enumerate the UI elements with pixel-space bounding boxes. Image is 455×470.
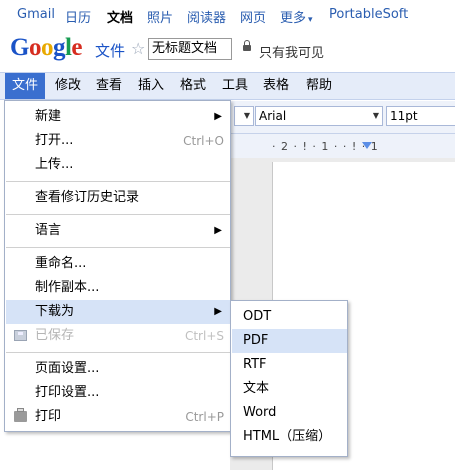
file-menu-rename[interactable]: 重命名...	[6, 252, 230, 276]
menu-item-label: 打印设置...	[35, 385, 100, 400]
toolbar: ▼ Arial ▼ 11pt	[230, 101, 455, 134]
menu-tools[interactable]: 工具	[215, 73, 255, 99]
lock-icon	[243, 40, 251, 51]
menu-format[interactable]: 格式	[173, 73, 213, 99]
menu-separator	[6, 214, 230, 215]
menu-item-label: 文本	[243, 381, 270, 396]
file-menu: 新建 ▶ 打开... Ctrl+O 上传... 查看修订历史记录 语言 ▶ 重命名..…	[4, 100, 231, 432]
download-word[interactable]: Word	[232, 401, 347, 425]
font-size-value: 11pt	[390, 109, 418, 123]
gbar-photos-link[interactable]: 照片	[147, 7, 173, 26]
shortcut-label: Ctrl+S	[184, 329, 224, 343]
download-pdf[interactable]: PDF	[232, 329, 347, 353]
printer-icon	[14, 408, 27, 422]
submenu-arrow-icon: ▶	[214, 225, 222, 236]
file-menu-download-as[interactable]: 下载为 ▶	[6, 300, 230, 324]
menu-help[interactable]: 帮助	[299, 73, 339, 99]
menu-bar: 文件 修改 查看 插入 格式 工具 表格 帮助	[0, 72, 455, 100]
gbar-account-link[interactable]: PortableSoft	[329, 7, 408, 22]
menu-file[interactable]: 文件	[5, 73, 46, 99]
menu-item-label: ODT	[243, 309, 272, 324]
indent-marker[interactable]	[362, 142, 372, 149]
logo-letter: g	[52, 34, 66, 61]
menu-item-label: 页面设置...	[35, 361, 100, 376]
file-menu-language[interactable]: 语言 ▶	[6, 219, 230, 243]
file-menu-print[interactable]: 打印 Ctrl+P	[6, 405, 230, 429]
menu-item-label: 查看修订历史记录	[35, 190, 140, 205]
menu-item-label: 制作副本...	[35, 280, 100, 295]
download-submenu: ODT PDF RTF 文本 Word HTML（压缩）	[230, 300, 348, 457]
download-text[interactable]: 文本	[232, 377, 347, 401]
menu-item-label: 已保存	[35, 328, 75, 343]
file-menu-saved: 已保存 Ctrl+S	[6, 324, 230, 348]
font-size-dropdown[interactable]: 11pt	[386, 106, 455, 126]
gbar-gmail-link[interactable]: Gmail	[17, 7, 55, 22]
menu-item-label: 打印	[35, 409, 62, 424]
shortcut-label: Ctrl+P	[185, 410, 224, 424]
sharing-status[interactable]: 只有我可见	[259, 42, 324, 61]
logo-letter: e	[71, 34, 83, 61]
star-icon[interactable]: ☆	[131, 39, 145, 58]
logo-letter: o	[28, 34, 42, 61]
product-name: 文件	[95, 42, 126, 60]
document-title-field[interactable]: 无标题文档	[148, 38, 232, 60]
file-menu-open[interactable]: 打开... Ctrl+O	[6, 129, 230, 153]
gbar-web-link[interactable]: 网页	[240, 7, 266, 26]
menu-separator	[6, 181, 230, 182]
menu-item-label: 上传...	[35, 157, 74, 172]
gbar-more-label: 更多	[280, 11, 307, 26]
style-dropdown[interactable]: ▼	[234, 106, 254, 126]
file-menu-print-settings[interactable]: 打印设置...	[6, 381, 230, 405]
menu-insert[interactable]: 插入	[131, 73, 171, 99]
font-dropdown[interactable]: Arial ▼	[255, 106, 383, 126]
submenu-arrow-icon: ▶	[214, 306, 222, 317]
download-rtf[interactable]: RTF	[232, 353, 347, 377]
menu-item-label: 新建	[35, 109, 62, 124]
google-bar: Gmail 日历 文档 照片 阅读器 网页 更多 ▾ PortableSoft	[0, 0, 455, 30]
file-menu-new[interactable]: 新建 ▶	[6, 105, 230, 129]
menu-item-label: RTF	[243, 357, 267, 372]
gbar-reader-link[interactable]: 阅读器	[187, 7, 226, 26]
file-menu-make-copy[interactable]: 制作副本...	[6, 276, 230, 300]
menu-separator	[6, 352, 230, 353]
menu-separator	[6, 247, 230, 248]
menu-edit[interactable]: 修改	[48, 73, 88, 99]
chevron-down-icon: ▼	[372, 111, 379, 120]
file-menu-revision-history[interactable]: 查看修订历史记录	[6, 186, 230, 210]
menu-item-label: 语言	[35, 223, 62, 238]
menu-item-label: 下载为	[35, 304, 75, 319]
menu-item-label: 重命名...	[35, 256, 87, 271]
floppy-disk-icon	[14, 330, 27, 341]
chevron-down-icon: ▼	[243, 111, 250, 120]
logo-letter: o	[40, 34, 54, 61]
logo-letter: G	[10, 34, 29, 61]
gbar-calendar-link[interactable]: 日历	[65, 7, 91, 26]
menu-table[interactable]: 表格	[256, 73, 296, 99]
menu-item-label: HTML（压缩）	[243, 429, 332, 444]
font-dropdown-value: Arial	[259, 109, 287, 123]
gbar-docs-link[interactable]: 文档	[107, 7, 133, 26]
menu-item-label: Word	[243, 405, 277, 420]
file-menu-page-setup[interactable]: 页面设置...	[6, 357, 230, 381]
download-html-zipped[interactable]: HTML（压缩）	[232, 425, 347, 449]
google-logo[interactable]: Google	[10, 34, 82, 62]
download-odt[interactable]: ODT	[232, 305, 347, 329]
shortcut-label: Ctrl+O	[183, 134, 224, 148]
menu-item-label: 打开...	[35, 133, 74, 148]
file-menu-upload[interactable]: 上传...	[6, 153, 230, 177]
submenu-arrow-icon: ▶	[214, 111, 222, 122]
gbar-more-menu[interactable]: 更多 ▾	[280, 7, 313, 26]
menu-view[interactable]: 查看	[89, 73, 129, 99]
chevron-down-icon: ▾	[308, 15, 313, 25]
menu-item-label: PDF	[243, 333, 269, 348]
